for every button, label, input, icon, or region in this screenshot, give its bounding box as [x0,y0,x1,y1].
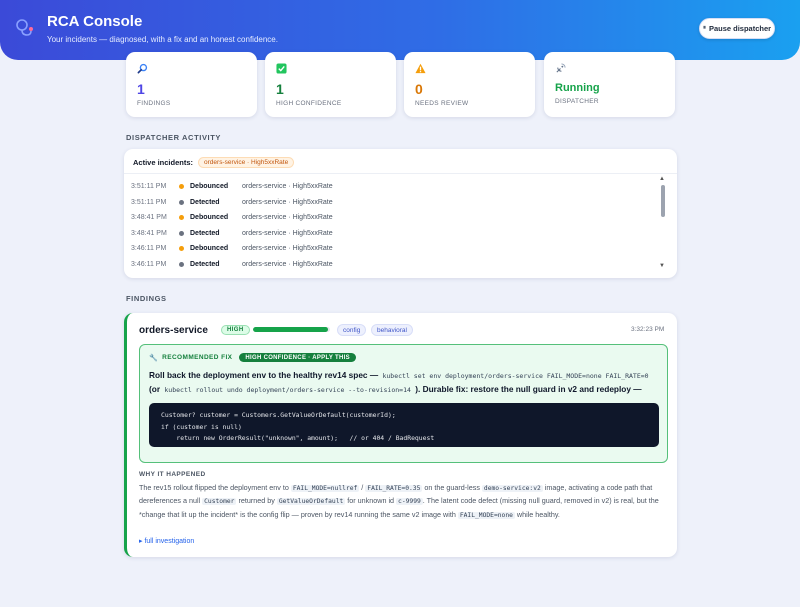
activity-desc: orders-service · High5xxRate [242,245,333,253]
stat-label: FINDINGS [137,100,171,107]
scrollbar-thumb[interactable] [661,185,665,217]
stat-card-high-confidence: 1 HIGH CONFIDENCE [265,52,396,117]
activity-row: 3:48:41 PM Debounced orders-service · Hi… [131,210,651,226]
activity-event: Debounced [190,245,229,253]
status-dot [179,184,184,190]
app-title: RCA Console [47,13,143,30]
recommended-fix-title: RECOMMENDED FIX [162,354,233,361]
satellite-icon [556,63,566,73]
activity-time: 3:51:11 PM [131,183,167,191]
activity-desc: orders-service · High5xxRate [242,260,333,268]
divider [124,173,677,174]
activity-event: Detected [190,198,220,206]
pause-dispatcher-button[interactable]: ⏸ Pause dispatcher [699,18,775,39]
status-dot [179,230,184,236]
activity-row: 3:51:11 PM Detected orders-service · Hig… [131,195,651,211]
wrench-icon: 🔧 [149,354,159,362]
stat-label: NEEDS REVIEW [415,100,469,107]
fix-command-set-env[interactable]: kubectl set env deployment/orders-servic… [380,372,650,380]
activity-time: 3:46:11 PM [131,260,167,268]
activity-event: Detected [190,229,220,237]
confidence-bar-fill [253,327,328,332]
activity-row: 3:46:11 PM Detected orders-service · Hig… [131,257,651,273]
finding-timestamp: 3:32:23 PM [631,326,665,333]
activity-event: Debounced [190,183,229,191]
finding-service-name: orders-service [139,325,208,336]
full-investigation-toggle[interactable]: ▸ full investigation [139,537,194,545]
dispatcher-status: Running [555,82,600,94]
status-dot [179,199,184,205]
activity-desc: orders-service · High5xxRate [242,198,333,206]
stat-value: 0 [415,81,423,97]
active-incidents-label: Active incidents: [133,158,194,167]
check-box-icon [276,63,287,74]
recommended-fix-header: 🔧 RECOMMENDED FIX HIGH CONFIDENCE · APPL… [149,353,356,362]
activity-row: 3:48:41 PM Detected orders-service · Hig… [131,226,651,242]
fix-code-block[interactable]: Customer? customer = Customers.GetValueO… [149,403,659,447]
finding-card: orders-service HIGH config behavioral 3:… [124,313,677,557]
confidence-bar [253,327,330,332]
why-it-happened-title: WHY IT HAPPENED [139,471,206,478]
stat-card-findings: 1 FINDINGS [126,52,257,117]
why-it-happened-text: The rev15 rollout flipped the deployment… [139,483,659,519]
active-incident-pill[interactable]: orders-service · High5xxRate [198,157,295,168]
stat-value: 1 [137,81,145,97]
stethoscope-icon [16,19,33,36]
status-dot [179,215,184,221]
recommended-fix-box: 🔧 RECOMMENDED FIX HIGH CONFIDENCE · APPL… [139,344,668,463]
scroll-up-arrow-icon[interactable]: ▲ [659,176,665,182]
warning-icon [415,63,426,74]
app-subtitle: Your incidents — diagnosed, with a fix a… [47,35,278,44]
stat-card-needs-review: 0 NEEDS REVIEW [404,52,535,117]
stat-label: DISPATCHER [555,98,599,105]
status-dot [179,261,184,267]
tag-behavioral: behavioral [371,324,413,336]
fix-description: Roll back the deployment env to the heal… [149,370,650,394]
activity-desc: orders-service · High5xxRate [242,229,333,237]
activity-time: 3:46:11 PM [131,245,167,253]
activity-event: Detected [190,260,220,268]
fix-command-rollout-undo[interactable]: kubectl rollout undo deployment/orders-s… [162,386,413,394]
stat-card-dispatcher: Running DISPATCHER [544,52,675,117]
activity-desc: orders-service · High5xxRate [242,183,333,191]
activity-row: 3:51:11 PM Debounced orders-service · Hi… [131,179,651,195]
dispatcher-activity-panel: Active incidents: orders-service · High5… [124,149,677,278]
pause-dispatcher-label: Pause dispatcher [708,24,772,33]
activity-event: Debounced [190,214,229,222]
activity-row: 3:46:11 PM Debounced orders-service · Hi… [131,241,651,257]
section-title-dispatcher-activity: DISPATCHER ACTIVITY [126,133,222,142]
activity-time: 3:51:11 PM [131,198,167,206]
magnifier-icon [137,63,148,74]
stat-value: 1 [276,81,284,97]
stat-label: HIGH CONFIDENCE [276,100,342,107]
activity-time: 3:48:41 PM [131,229,167,237]
high-confidence-pill: HIGH CONFIDENCE · APPLY THIS [239,353,356,362]
activity-log[interactable]: 3:51:11 PM Debounced orders-service · Hi… [131,179,651,272]
activity-time: 3:48:41 PM [131,214,167,222]
tag-config: config [337,324,367,336]
confidence-badge: HIGH [221,325,250,335]
status-dot [179,246,184,252]
active-incidents: Active incidents: orders-service · High5… [133,157,295,168]
app-header: RCA Console Your incidents — diagnosed, … [0,0,800,60]
pause-icon: ⏸ [702,25,706,31]
section-title-findings: FINDINGS [126,294,167,303]
activity-desc: orders-service · High5xxRate [242,214,333,222]
scroll-down-arrow-icon[interactable]: ▼ [659,263,665,269]
